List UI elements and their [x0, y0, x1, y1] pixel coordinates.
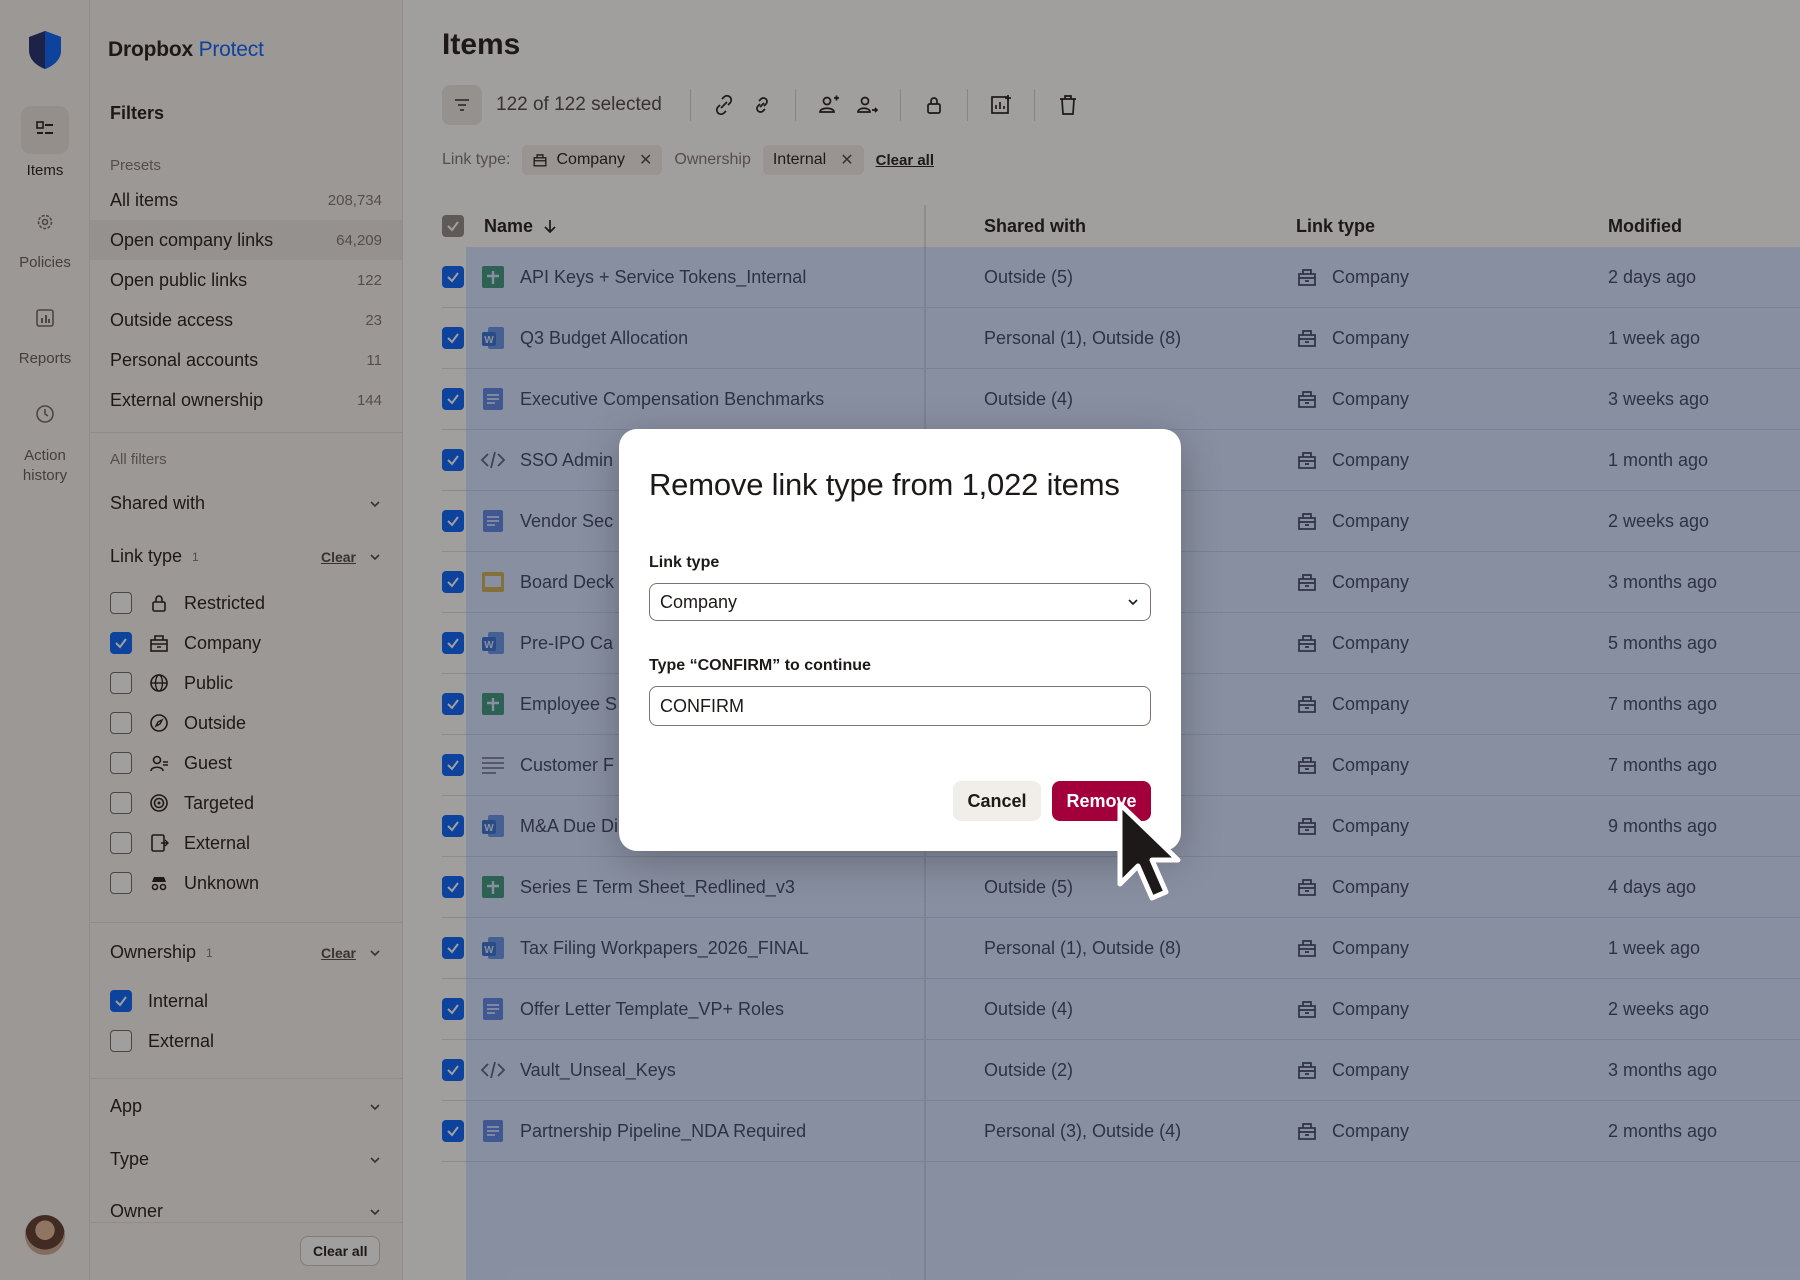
remove-link-type-dialog: Remove link type from 1,022 items Link t… — [619, 429, 1181, 851]
link-type-label: Link type — [649, 554, 720, 571]
confirm-label: Type “CONFIRM” to continue — [649, 657, 871, 674]
confirm-input[interactable] — [649, 686, 1151, 726]
cancel-button[interactable]: Cancel — [953, 781, 1041, 821]
mouse-pointer-icon — [1117, 801, 1181, 901]
dialog-title: Remove link type from 1,022 items — [649, 467, 1120, 502]
chevron-down-icon — [1128, 599, 1138, 606]
link-type-select[interactable]: Company — [649, 583, 1151, 621]
